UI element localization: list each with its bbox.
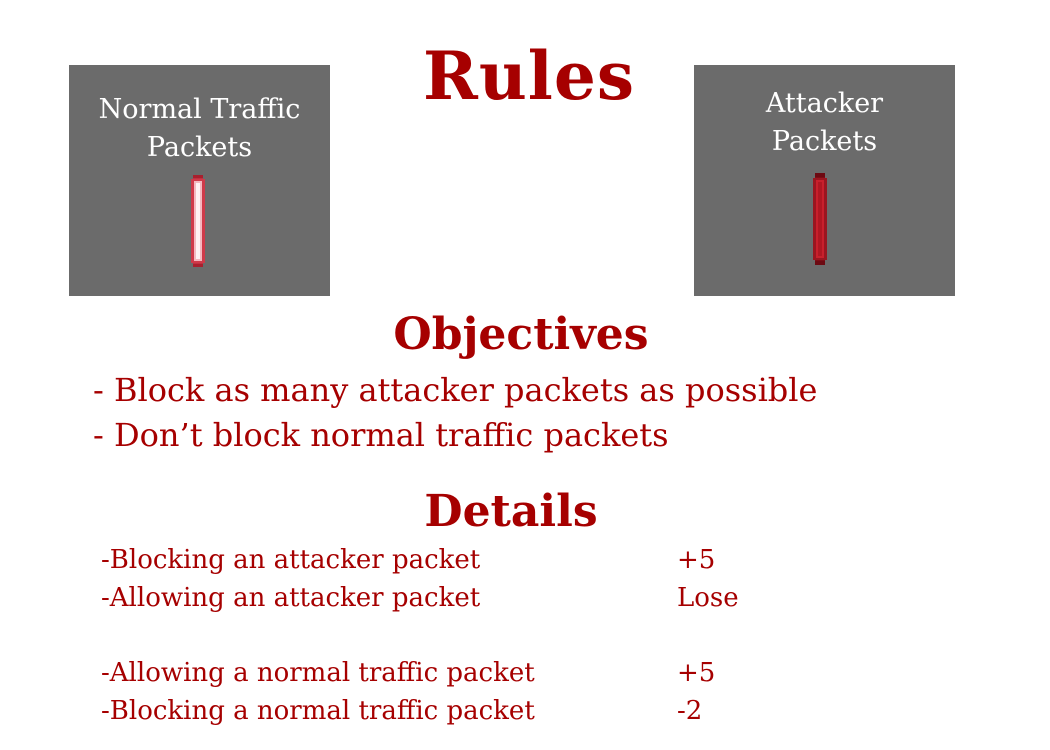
detail-row: -Allowing a normal traffic packet +5 [101, 658, 801, 696]
detail-row: -Blocking a normal traffic packet -2 [101, 696, 801, 734]
dark-red-packet-icon [813, 173, 827, 265]
attacker-panel: Attacker Packets [694, 65, 955, 296]
detail-value: -2 [677, 696, 703, 726]
details-title: Details [424, 486, 598, 537]
detail-label: -Allowing an attacker packet [101, 583, 481, 613]
detail-value: Lose [677, 583, 739, 613]
detail-row: -Allowing an attacker packet Lose [101, 583, 801, 621]
detail-label: -Blocking an attacker packet [101, 545, 481, 575]
objective-item: - Don’t block normal traffic packets [93, 416, 669, 454]
normal-traffic-label: Normal Traffic Packets [98, 94, 301, 163]
detail-value: +5 [677, 658, 716, 688]
detail-row: -Blocking an attacker packet +5 [101, 545, 801, 583]
objectives-title: Objectives [393, 309, 649, 360]
detail-label: -Blocking a normal traffic packet [101, 696, 535, 726]
objectives-list: - Block as many attacker packets as poss… [93, 368, 817, 458]
detail-label: -Allowing a normal traffic packet [101, 658, 535, 688]
light-red-packet-icon [191, 175, 205, 267]
normal-traffic-panel: Normal Traffic Packets [69, 65, 330, 296]
objective-item: - Block as many attacker packets as poss… [93, 371, 818, 409]
attacker-label: Attacker Packets [765, 88, 884, 157]
detail-value: +5 [677, 545, 716, 575]
